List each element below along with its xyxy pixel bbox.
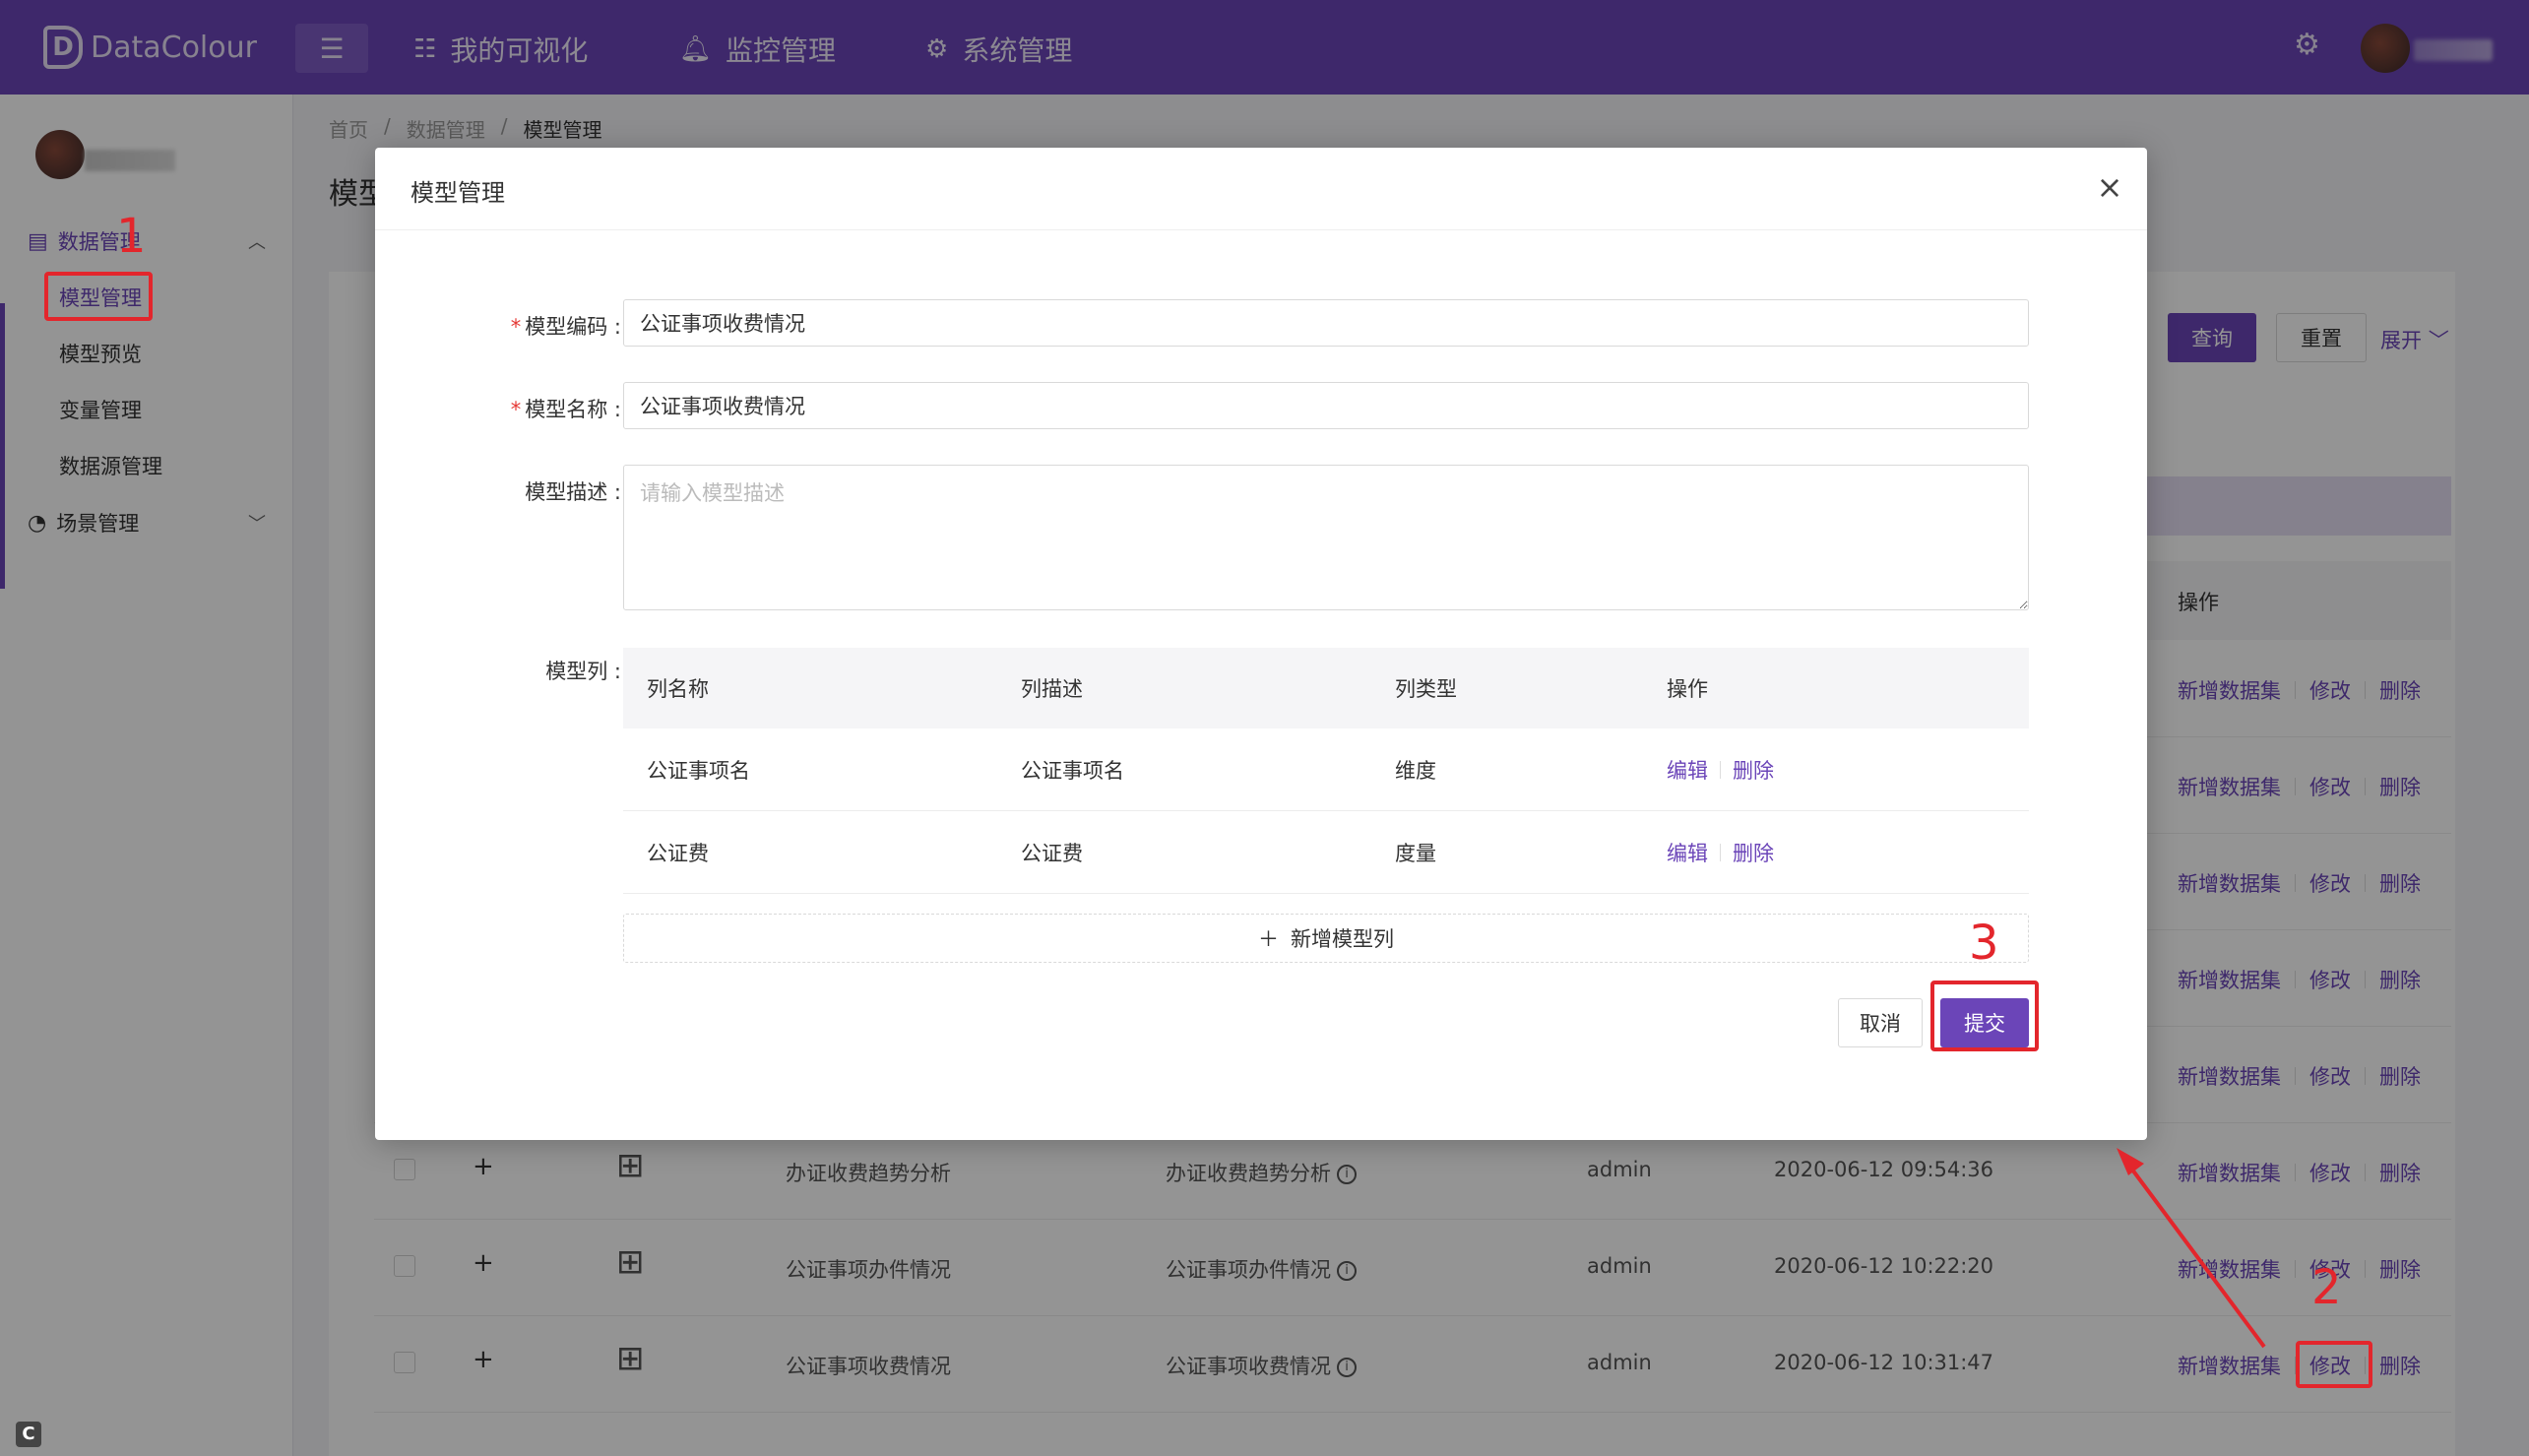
edit-column-link[interactable]: 编辑 — [1667, 838, 1708, 867]
model-desc-textarea[interactable] — [623, 465, 2029, 610]
model-desc-label: 模型描述 : — [525, 480, 621, 504]
edit-column-link[interactable]: 编辑 — [1667, 755, 1708, 785]
column-name-cell: 公证费 — [647, 841, 709, 865]
required-mark: * — [510, 315, 522, 339]
cancel-button[interactable]: 取消 — [1838, 998, 1923, 1047]
delete-column-link[interactable]: 删除 — [1733, 838, 1774, 867]
header-actions: 操作 — [1667, 677, 1708, 701]
table-row: 公证事项名 公证事项名 维度 编辑 删除 — [623, 728, 2029, 811]
header-column-name: 列名称 — [647, 677, 709, 701]
required-mark: * — [510, 398, 522, 421]
model-columns-table: 列名称 列描述 列类型 操作 公证事项名 公证事项名 维度 编辑 删除 公证费 … — [623, 648, 2029, 894]
close-icon[interactable]: × — [2092, 169, 2127, 205]
model-edit-dialog: 模型管理 × *模型编码 : *模型名称 : 模型描述 : 模型列 : 列名称 … — [375, 148, 2147, 1140]
annotation-box-edit-link — [2296, 1341, 2372, 1388]
dialog-title: 模型管理 — [411, 179, 505, 207]
annotation-box-sidebar-model-management — [44, 272, 153, 321]
column-type-cell: 维度 — [1395, 758, 1436, 783]
model-name-label: * 模型名称 : — [510, 398, 621, 421]
model-code-label: * 模型编码 : — [510, 315, 621, 339]
model-code-input[interactable] — [623, 299, 2029, 347]
annotation-number-1: 1 — [116, 209, 147, 264]
delete-column-link[interactable]: 删除 — [1733, 755, 1774, 785]
annotation-number-2: 2 — [2311, 1260, 2342, 1315]
annotation-number-3: 3 — [1969, 916, 1999, 971]
column-desc-cell: 公证事项名 — [1021, 758, 1124, 783]
columns-table-header: 列名称 列描述 列类型 操作 — [623, 648, 2029, 728]
column-type-cell: 度量 — [1395, 841, 1436, 865]
dialog-header: 模型管理 × — [375, 148, 2147, 230]
annotation-box-submit — [1930, 981, 2039, 1051]
row-actions: 编辑 删除 — [1667, 838, 1774, 867]
column-desc-cell: 公证费 — [1021, 841, 1083, 865]
header-column-type: 列类型 — [1395, 677, 1457, 701]
add-model-column-button[interactable]: ＋ 新增模型列 — [623, 914, 2029, 963]
column-name-cell: 公证事项名 — [647, 758, 750, 783]
plus-icon: ＋ — [1258, 927, 1279, 951]
model-name-input[interactable] — [623, 382, 2029, 429]
table-row: 公证费 公证费 度量 编辑 删除 — [623, 811, 2029, 894]
header-column-desc: 列描述 — [1021, 677, 1083, 701]
model-columns-label: 模型列 : — [545, 660, 621, 683]
corner-badge-icon: C — [16, 1422, 41, 1447]
row-actions: 编辑 删除 — [1667, 755, 1774, 785]
